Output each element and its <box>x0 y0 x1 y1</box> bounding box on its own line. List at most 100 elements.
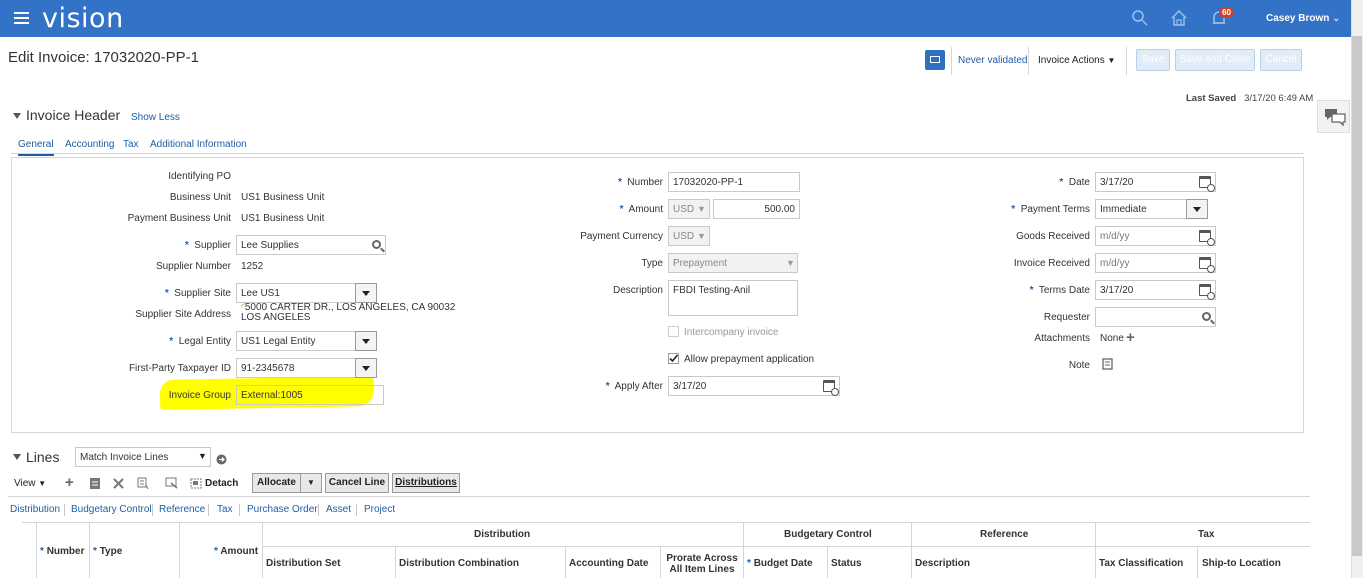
cancel-button[interactable]: Cancel <box>1260 49 1302 71</box>
intercompany-label: Intercompany invoice <box>684 327 779 338</box>
invoice-received-date-input[interactable]: m/d/yy <box>1095 253 1216 273</box>
supplier-input[interactable]: Lee Supplies <box>236 235 386 255</box>
divider <box>1028 47 1029 75</box>
calendar-icon[interactable] <box>823 380 839 396</box>
column-header-description[interactable]: Description <box>915 558 970 569</box>
allow-prepayment-checkbox[interactable] <box>668 353 679 364</box>
home-icon[interactable] <box>1170 9 1188 27</box>
allow-prepayment-label: Allow prepayment application <box>684 354 815 365</box>
supplier-site-dropdown-button[interactable] <box>355 283 377 303</box>
column-divider <box>827 546 828 578</box>
description-textarea[interactable]: FBDI Testing-Anil <box>668 280 798 316</box>
group-header-reference: Reference <box>980 529 1029 540</box>
taxpayer-id-dropdown-button[interactable] <box>355 358 377 378</box>
column-header-tax-classification[interactable]: Tax Classification <box>1099 558 1183 569</box>
column-divider <box>262 522 263 578</box>
requester-label: Requester <box>1043 312 1090 323</box>
payment-currency-label: Payment Currency <box>580 231 663 242</box>
chevron-down-icon: ▼ <box>786 258 795 268</box>
detach-button[interactable]: Detach <box>205 478 238 489</box>
validation-status-link[interactable]: Never validated <box>958 55 1027 66</box>
legal-entity-dropdown-button[interactable] <box>355 331 377 351</box>
tab-project[interactable]: Project <box>364 504 395 515</box>
attachments-label: Attachments <box>1034 333 1090 344</box>
chevron-down-icon: ▼ <box>38 479 47 488</box>
divider <box>318 504 319 516</box>
edit-row-icon[interactable] <box>89 477 101 490</box>
app-logo[interactable]: vision <box>42 3 124 34</box>
goods-received-date-input[interactable]: m/d/yy <box>1095 226 1216 246</box>
duplicate-row-icon[interactable] <box>137 477 149 490</box>
payment-terms-select[interactable]: Immediate <box>1095 199 1187 219</box>
date-input[interactable]: 3/17/20 <box>1095 172 1216 192</box>
column-header-ship-to-location[interactable]: Ship-to Location <box>1202 558 1281 569</box>
calendar-icon[interactable] <box>1199 257 1215 273</box>
tab-tax[interactable]: Tax <box>123 139 139 150</box>
user-menu[interactable]: Casey Brown ⌄ <box>1266 13 1341 24</box>
detach-icon[interactable] <box>190 478 202 489</box>
apply-after-date-input[interactable]: 3/17/20 <box>668 376 840 396</box>
requester-input[interactable] <box>1095 307 1216 327</box>
calendar-icon[interactable] <box>1199 230 1215 246</box>
group-header-distribution: Distribution <box>474 529 531 540</box>
invoice-group-input[interactable]: External:1005 <box>236 385 384 405</box>
table-header-top-border <box>22 522 1310 523</box>
tab-tax[interactable]: Tax <box>217 504 233 515</box>
cancel-line-button[interactable]: Cancel Line <box>325 473 389 493</box>
scrollbar-thumb[interactable] <box>1352 36 1362 556</box>
column-header-number[interactable]: * Number <box>40 546 84 557</box>
add-attachment-icon[interactable]: + <box>1126 329 1135 346</box>
payment-business-unit-value: US1 Business Unit <box>241 213 325 224</box>
tab-additional-information[interactable]: Additional Information <box>150 139 247 150</box>
tab-budgetary-control[interactable]: Budgetary Control <box>71 504 152 515</box>
tab-accounting[interactable]: Accounting <box>65 139 114 150</box>
search-icon[interactable] <box>1131 9 1149 27</box>
save-button[interactable]: Save <box>1136 49 1170 71</box>
user-name: Casey Brown <box>1266 13 1330 24</box>
allocate-dropdown-button[interactable]: ▼ <box>300 473 322 493</box>
column-header-type[interactable]: * Type <box>93 546 122 557</box>
payment-terms-dropdown-button[interactable] <box>1186 199 1208 219</box>
number-input[interactable]: 17032020-PP-1 <box>668 172 800 192</box>
distributions-button[interactable]: Distributions <box>392 473 460 493</box>
show-less-link[interactable]: Show Less <box>131 112 180 123</box>
supplier-site-select[interactable]: Lee US1 <box>236 283 356 303</box>
tab-asset[interactable]: Asset <box>326 504 351 515</box>
column-header-accounting-date[interactable]: Accounting Date <box>569 558 648 569</box>
calendar-icon[interactable] <box>1199 176 1215 192</box>
column-header-status[interactable]: Status <box>831 558 862 569</box>
tab-distribution[interactable]: Distribution <box>10 504 60 515</box>
column-header-amount[interactable]: * Amount <box>214 546 258 557</box>
terms-date-input[interactable]: 3/17/20 <box>1095 280 1216 300</box>
collapse-triangle-icon[interactable] <box>13 454 21 460</box>
type-select: Prepayment <box>668 253 798 273</box>
chat-panel-toggle[interactable] <box>1317 100 1350 133</box>
add-note-icon[interactable] <box>1102 358 1114 370</box>
column-header-prorate[interactable]: Prorate Across All Item Lines <box>664 553 740 575</box>
view-menu[interactable]: View ▼ <box>14 478 46 489</box>
add-row-icon[interactable]: + <box>65 474 74 491</box>
tab-reference[interactable]: Reference <box>159 504 205 515</box>
tab-purchase-order[interactable]: Purchase Order <box>247 504 318 515</box>
supplier-label: * Supplier <box>184 240 231 251</box>
export-icon[interactable] <box>165 477 178 489</box>
column-divider <box>743 522 744 578</box>
search-icon[interactable] <box>372 240 381 249</box>
collapse-triangle-icon[interactable] <box>13 113 21 119</box>
hamburger-menu-icon[interactable] <box>14 12 29 24</box>
search-icon[interactable] <box>1202 312 1211 321</box>
calendar-icon[interactable] <box>1199 284 1215 300</box>
amount-input[interactable]: 500.00 <box>713 199 800 219</box>
taxpayer-id-select[interactable]: 91-2345678 <box>236 358 356 378</box>
match-invoice-lines-select[interactable]: Match Invoice Lines <box>75 447 211 467</box>
allocate-button[interactable]: Allocate <box>252 473 301 493</box>
delete-row-icon[interactable] <box>113 478 124 489</box>
invoice-actions-menu[interactable]: Invoice Actions ▼ <box>1038 55 1115 66</box>
column-header-distribution-set[interactable]: Distribution Set <box>266 558 340 569</box>
grid-view-icon[interactable] <box>925 50 945 70</box>
column-header-distribution-combination[interactable]: Distribution Combination <box>399 558 519 569</box>
save-and-close-button[interactable]: Save and Close <box>1175 49 1255 71</box>
column-header-budget-date[interactable]: * Budget Date <box>747 558 813 569</box>
legal-entity-select[interactable]: US1 Legal Entity <box>236 331 356 351</box>
go-arrow-icon[interactable] <box>216 454 227 465</box>
